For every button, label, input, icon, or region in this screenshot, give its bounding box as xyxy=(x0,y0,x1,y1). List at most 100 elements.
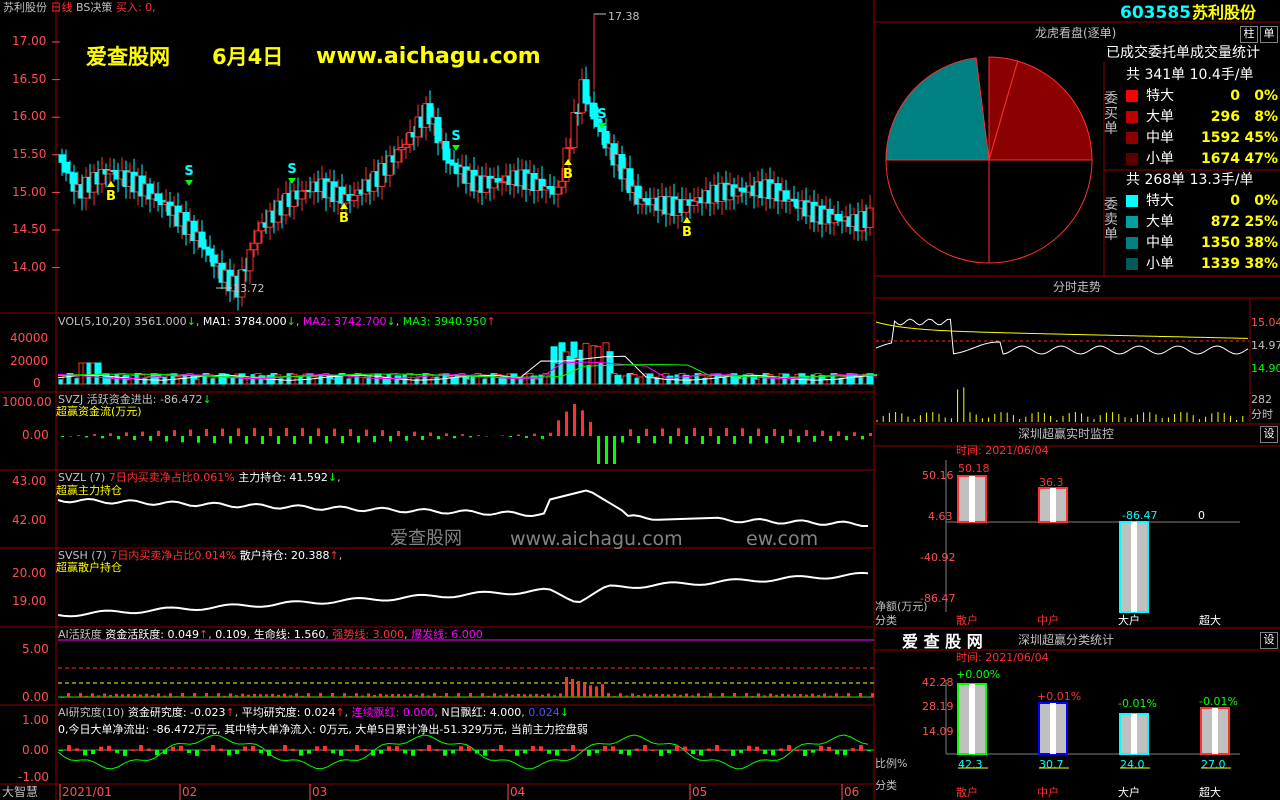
flow-bar xyxy=(101,436,104,439)
flow-bar xyxy=(405,436,408,441)
bar-mode-button[interactable]: 柱 xyxy=(1240,26,1258,43)
classify-cat: 散户 xyxy=(956,786,978,799)
active-bar xyxy=(247,694,250,697)
active-bar xyxy=(595,686,598,697)
active-bar xyxy=(421,693,424,697)
active-bar xyxy=(817,695,820,697)
active-bar xyxy=(493,693,496,697)
legend-swatch xyxy=(1126,90,1138,102)
x-date-label: 2021/01 xyxy=(62,785,112,799)
research-bar xyxy=(267,750,271,756)
research-bar xyxy=(355,745,359,751)
ai-research-t4: N日飘红: 4.000 xyxy=(441,706,522,719)
candle xyxy=(558,180,566,188)
active-bar xyxy=(649,694,652,697)
active-bar xyxy=(553,695,556,697)
flow-bar xyxy=(773,428,776,436)
legend-swatch xyxy=(1126,216,1138,228)
flow-bar xyxy=(837,431,840,436)
single-mode-button[interactable]: 单 xyxy=(1260,26,1278,43)
sell-signal: S xyxy=(597,107,606,122)
active-bar xyxy=(535,693,538,697)
classify-cat: 大户 xyxy=(1118,786,1140,799)
active-bar xyxy=(403,694,406,697)
active-bar xyxy=(211,696,214,697)
dragon-subtitle: 已成交委托单成交量统计 xyxy=(1106,45,1260,61)
flow-bar xyxy=(821,430,824,436)
ai-research-tick: 1.00 xyxy=(22,713,49,727)
research-bar xyxy=(491,748,495,751)
research-bar xyxy=(515,750,519,756)
active-bar xyxy=(631,693,634,697)
flow-bar xyxy=(797,436,800,443)
svzl-label: SVZL (7) xyxy=(58,471,106,484)
active-bar xyxy=(115,693,118,697)
order-percent: 38% xyxy=(1244,256,1278,272)
period-label[interactable]: 日线 xyxy=(51,1,73,14)
classify-title: 深圳超赢分类统计 xyxy=(1018,633,1115,647)
ai-research-t3: 连续飘红: 0.000 xyxy=(351,706,435,719)
monitor-settings-button[interactable]: 设 xyxy=(1260,426,1278,443)
research-bar xyxy=(531,746,535,751)
flow-bar xyxy=(629,429,632,436)
active-bar xyxy=(541,694,544,697)
svzl-value: 主力持仓: 41.592 xyxy=(238,471,328,484)
active-bar xyxy=(643,693,646,697)
classify-y-label: 比例% xyxy=(875,757,908,770)
research-bar xyxy=(803,750,807,756)
order-type-label: 特大 xyxy=(1146,88,1174,104)
flow-bar xyxy=(237,428,240,436)
research-bar xyxy=(827,746,831,751)
candle xyxy=(254,230,262,244)
research-bar xyxy=(155,750,159,756)
active-bar xyxy=(415,694,418,697)
sell-arrow xyxy=(288,178,296,184)
research-bar xyxy=(139,745,143,751)
svzj-tick: 0.00 xyxy=(22,428,49,442)
flow-bar xyxy=(77,435,80,436)
active-bar xyxy=(781,693,784,697)
research-bar xyxy=(75,748,79,751)
active-bar xyxy=(499,695,502,697)
flow-bar xyxy=(317,428,320,436)
flow-bar xyxy=(557,420,560,436)
vol-ma1: MA1: 3784.000 xyxy=(202,315,287,328)
ai-active-t4: 强势线: 3.000 xyxy=(332,628,405,641)
active-bar xyxy=(565,677,568,697)
active-bar xyxy=(787,694,790,697)
research-bar xyxy=(675,745,679,751)
research-bar xyxy=(579,749,583,751)
flow-bar xyxy=(285,428,288,436)
active-bar xyxy=(307,693,310,697)
svzl-tick: 42.00 xyxy=(12,513,47,527)
flow-bar xyxy=(61,436,64,437)
flow-bar xyxy=(333,428,336,436)
flow-bar xyxy=(725,428,728,436)
monitor-value: 36.3 xyxy=(1039,476,1064,489)
monitor-time: 时间: 2021/06/04 xyxy=(956,444,1049,457)
price-tick: 14.50 xyxy=(12,222,47,236)
flow-bar xyxy=(349,429,352,436)
flow-bar xyxy=(469,436,472,438)
x-date-label: 04 xyxy=(510,785,526,799)
active-bar xyxy=(109,694,112,697)
active-bar xyxy=(157,693,160,697)
x-date-label: 05 xyxy=(692,785,708,799)
active-bar xyxy=(355,693,358,697)
ai-active-t1: 资金活跃度: 0.049 xyxy=(105,628,199,641)
flow-bar xyxy=(373,436,376,443)
ai-active-tick: 0.00 xyxy=(22,690,49,704)
order-type-label: 小单 xyxy=(1146,256,1174,272)
stock-title: 苏利股份 xyxy=(1192,3,1257,22)
sell-side-label: 委卖单 xyxy=(1104,197,1118,243)
classify-settings-button[interactable]: 设 xyxy=(1260,632,1278,649)
vol-ma3: MA3: 3940.950 xyxy=(402,315,487,328)
research-bar xyxy=(867,750,871,752)
active-bar xyxy=(163,695,166,697)
research-bar xyxy=(243,746,247,751)
order-percent: 0% xyxy=(1254,193,1278,209)
active-bar xyxy=(511,694,514,697)
sell-arrow xyxy=(452,145,460,151)
active-bar xyxy=(169,693,172,697)
research-bar xyxy=(379,750,383,754)
